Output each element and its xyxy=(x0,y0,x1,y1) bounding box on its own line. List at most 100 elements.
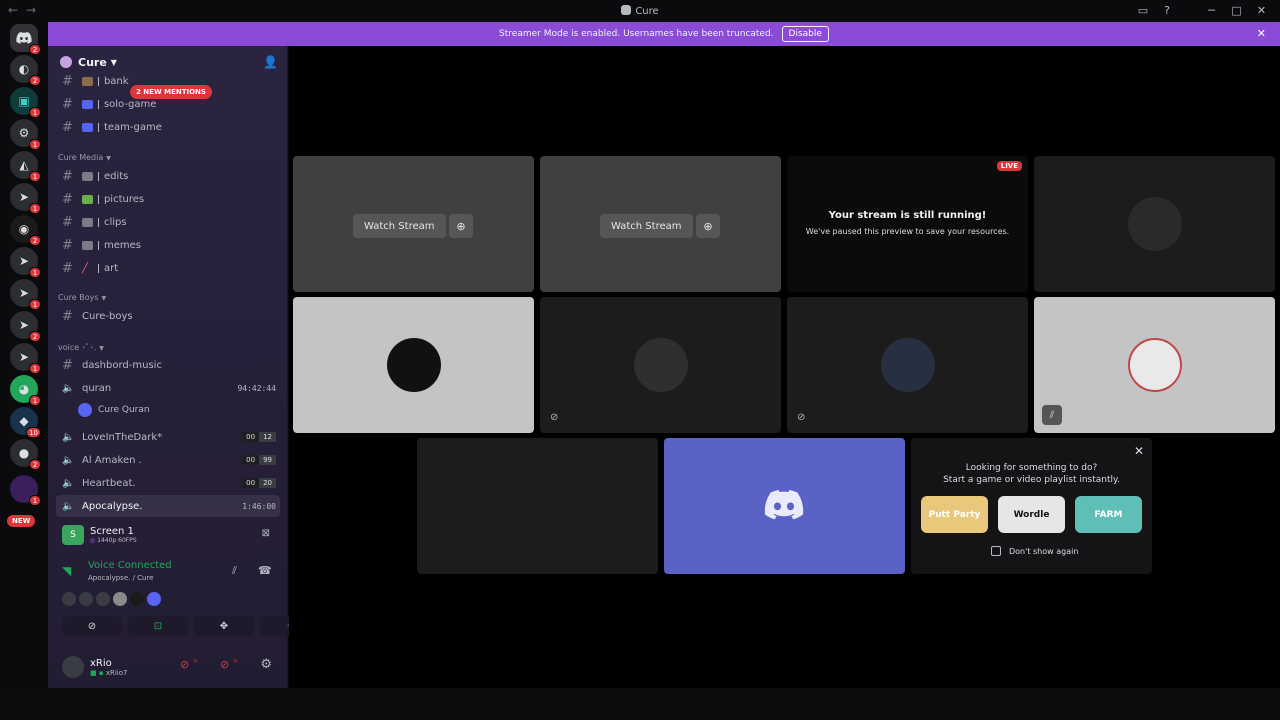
avatar[interactable] xyxy=(62,592,76,606)
guild-icon[interactable]: ◐ 2 xyxy=(10,55,41,86)
category-voice[interactable]: voice ･ﾟ･. ▼ xyxy=(58,342,104,353)
new-unreads-pill[interactable]: NEW xyxy=(7,515,36,527)
channel-emoji-icon xyxy=(82,171,93,181)
user-limit-badge: 00 20 xyxy=(242,478,276,488)
voice-location[interactable]: Apocalypse. / Cure xyxy=(88,574,154,582)
activity-farm[interactable]: FARM xyxy=(1075,496,1142,533)
signal-icon[interactable]: ◥ xyxy=(62,564,71,578)
close-icon[interactable]: ✕ xyxy=(1134,444,1144,458)
avatar[interactable] xyxy=(130,592,144,606)
category-cure-media[interactable]: Cure Media ▼ xyxy=(58,153,111,162)
guild-icon[interactable]: ◆ 10 xyxy=(10,407,41,438)
participant-tile[interactable] xyxy=(293,297,534,433)
watch-stream-button[interactable]: Watch Stream xyxy=(353,214,446,238)
guild-icon[interactable]: ▣ 1 xyxy=(10,87,41,118)
channel-sidebar: Cure ▼ 👤 # ǀ bank # ǀ solo-game # ǀ team-game … xyxy=(48,46,320,688)
close-window-button[interactable]: ✕ xyxy=(1249,4,1274,17)
participant-tile[interactable]: ⫽ xyxy=(1034,297,1275,433)
activity-putt-party[interactable]: Putt Party xyxy=(921,496,988,533)
screen-share-panel: S Screen 1 ◎ 1440p 60FPS ⊠ xyxy=(56,520,280,550)
watch-stream-button[interactable]: Watch Stream xyxy=(600,214,693,238)
channel-clips[interactable]: # ǀ clips xyxy=(56,211,280,233)
deafened-icon[interactable]: ⊘ ˅ xyxy=(220,658,238,671)
voice-member[interactable]: Cure Quran xyxy=(78,403,150,417)
channel-team-game[interactable]: # ǀ team-game xyxy=(56,116,280,138)
guild-icon[interactable]: ➤ 1 xyxy=(10,183,41,214)
username[interactable]: xRio xyxy=(90,658,127,669)
voice-channel-al-amaken[interactable]: 🔈 Al Amaken . 00 99 xyxy=(56,449,280,471)
avatar[interactable] xyxy=(113,592,127,606)
discord-icon xyxy=(764,490,804,520)
inbox-icon[interactable]: ▭ xyxy=(1131,4,1155,17)
avatar[interactable] xyxy=(96,592,110,606)
channel-timer: 94:42:44 xyxy=(237,383,276,393)
gear-icon[interactable]: ⚙ xyxy=(260,657,272,672)
help-icon[interactable]: ? xyxy=(1155,4,1179,17)
popout-icon[interactable]: ⊕ xyxy=(696,214,720,238)
voice-action-buttons: ⊘ ⊡ ✥ ✧ xyxy=(62,616,320,636)
guild-icon[interactable]: 1 xyxy=(10,475,41,506)
disconnect-icon[interactable]: ☎ xyxy=(258,564,272,577)
voice-stage: Watch Stream ⊕ Watch Stream ⊕ LIVE Your … xyxy=(289,46,1280,688)
chevron-down-icon: ▼ xyxy=(101,295,107,302)
stream-tile[interactable]: Watch Stream ⊕ xyxy=(293,156,534,292)
mic-muted-icon[interactable]: ⊘ ˅ xyxy=(180,658,198,671)
new-mentions-pill[interactable]: 2 NEW MENTIONS xyxy=(130,85,212,99)
guild-icon[interactable]: ➤ 1 xyxy=(10,247,41,278)
speaker-icon: 🔈 xyxy=(62,431,75,443)
participant-tile[interactable]: ⊘ xyxy=(540,297,781,433)
guild-icon[interactable]: ◕ 1 xyxy=(10,375,41,406)
channel-memes[interactable]: # ǀ memes xyxy=(56,234,280,256)
disable-streamer-mode-button[interactable]: Disable xyxy=(781,26,829,42)
participant-tile[interactable] xyxy=(1034,156,1275,292)
own-stream-tile[interactable]: LIVE Your stream is still running! We've… xyxy=(787,156,1028,292)
voice-channel-quran[interactable]: 🔈 quran 94:42:44 xyxy=(56,377,280,399)
voice-channel-heartbeat[interactable]: 🔈 Heartbeat. 00 20 xyxy=(56,472,280,494)
guild-icon[interactable]: ⚙ 1 xyxy=(10,119,41,150)
activity-wordle[interactable]: Wordle xyxy=(998,496,1065,533)
popout-icon[interactable]: ⊕ xyxy=(449,214,473,238)
server-list: 2 ◐ 2 ▣ 1 ⚙ 1 ◭ 1 ➤ 1 ◉ 2 ➤ 1 ➤ 1 ➤ 2 ➤ 1 ◕ 1 ◆ 10 ●… xyxy=(0,21,48,688)
dont-show-again[interactable]: Don't show again xyxy=(991,546,1078,556)
participant-tile[interactable] xyxy=(417,438,658,574)
stop-streaming-icon[interactable]: ⊠ xyxy=(262,528,270,539)
guild-icon[interactable]: ➤ 2 xyxy=(10,311,41,342)
close-banner-icon[interactable]: ✕ xyxy=(1257,27,1266,40)
channel-dashbord-music[interactable]: # dashbord-music xyxy=(56,354,280,376)
checkbox[interactable] xyxy=(991,546,1001,556)
channel-cure-boys[interactable]: # Cure-boys xyxy=(56,305,280,327)
maximize-button[interactable]: □ xyxy=(1224,4,1249,17)
minimize-button[interactable]: ─ xyxy=(1199,4,1224,17)
film-icon xyxy=(82,217,93,227)
channel-pictures[interactable]: # ǀ pictures xyxy=(56,188,280,210)
participant-tile[interactable] xyxy=(664,438,905,574)
hashtag-icon: # xyxy=(62,308,73,324)
camera-off-button[interactable]: ⊘ xyxy=(62,616,122,636)
avatar[interactable] xyxy=(79,592,93,606)
guild-icon[interactable]: ● 2 xyxy=(10,439,41,470)
status-icon: ■ ▪ xyxy=(90,668,106,677)
share-screen-button[interactable]: ⊡ xyxy=(128,616,188,636)
hashtag-icon: # xyxy=(62,260,73,276)
activities-button[interactable]: ✥ xyxy=(194,616,254,636)
hashtag-icon: # xyxy=(62,237,73,253)
category-cure-boys[interactable]: Cure Boys ▼ xyxy=(58,293,106,302)
hashtag-icon: # xyxy=(62,214,73,230)
voice-channel-loveinthedark[interactable]: 🔈 LoveInTheDark* 00 12 xyxy=(56,426,280,448)
channel-art[interactable]: # ╱ ǀ art xyxy=(56,257,280,279)
stream-tile[interactable]: Watch Stream ⊕ xyxy=(540,156,781,292)
invite-people-icon[interactable]: 👤 xyxy=(263,55,278,69)
voice-channel-apocalypse[interactable]: 🔈 Apocalypse. 1:46:00 xyxy=(56,495,280,517)
guild-icon[interactable]: ➤ 1 xyxy=(10,279,41,310)
voice-status[interactable]: Voice Connected xyxy=(88,560,172,571)
participant-tile[interactable]: ⊘ xyxy=(787,297,1028,433)
paintbrush-icon: ╱ xyxy=(82,262,89,274)
avatar[interactable] xyxy=(62,656,84,678)
guild-icon[interactable]: ◉ 2 xyxy=(10,215,41,246)
avatar[interactable] xyxy=(147,592,161,606)
home-button[interactable]: 2 xyxy=(10,24,41,55)
guild-icon[interactable]: ◭ 1 xyxy=(10,151,41,182)
channel-edits[interactable]: # ǀ edits xyxy=(56,165,280,187)
guild-icon[interactable]: ➤ 1 xyxy=(10,343,41,374)
noise-suppression-icon[interactable]: ⫽ xyxy=(232,564,237,578)
